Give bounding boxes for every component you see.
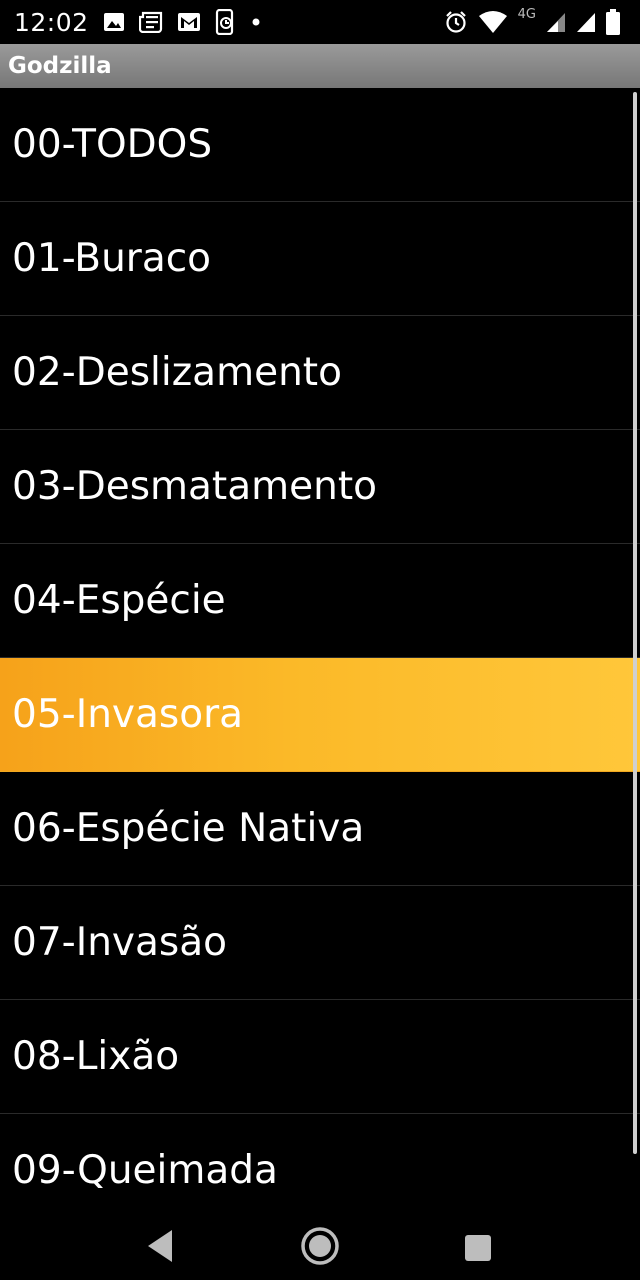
home-icon[interactable] [300,1226,340,1266]
status-bar: 12:02 4G [0,0,640,44]
list-item-label: 05-Invasora [12,692,244,737]
list-item[interactable]: 09-Queimada [0,1114,640,1212]
alarm-icon [444,10,468,34]
list-item[interactable]: 08-Lixão [0,1000,640,1114]
list-item-label: 00-TODOS [12,122,213,167]
phone-sync-icon [215,9,237,35]
list-item[interactable]: 03-Desmatamento [0,430,640,544]
list-item[interactable]: 01-Buraco [0,202,640,316]
network-type: 4G [517,6,536,22]
back-icon[interactable] [144,1228,176,1264]
list-item-label: 08-Lixão [12,1034,180,1079]
list-item[interactable]: 04-Espécie [0,544,640,658]
list-item-label: 01-Buraco [12,236,212,281]
notification-icons [103,9,261,35]
news-icon [138,11,163,33]
list-item[interactable]: 00-TODOS [0,88,640,202]
list-item-label: 02-Deslizamento [12,350,342,395]
list-item-selected[interactable]: 05-Invasora [0,658,640,772]
category-list[interactable]: 00-TODOS 01-Buraco 02-Deslizamento 03-De… [0,88,640,1212]
wifi-icon [478,10,508,34]
status-time: 12:02 [14,7,89,37]
list-scrollbar[interactable] [633,92,637,1154]
navigation-bar [0,1212,640,1280]
list-item[interactable]: 02-Deslizamento [0,316,640,430]
list-item-label: 06-Espécie Nativa [12,806,365,851]
dot-icon [251,17,261,27]
signal-icon [576,11,596,33]
list-item-label: 04-Espécie [12,578,226,623]
system-icons: 4G [444,0,620,44]
list-item-label: 07-Invasão [12,920,227,965]
list-item-label: 09-Queimada [12,1148,278,1193]
gmail-icon [177,12,201,32]
list-item[interactable]: 07-Invasão [0,886,640,1000]
app-title-bar: Godzilla [0,44,640,88]
signal-icon [546,11,566,33]
list-item-label: 03-Desmatamento [12,464,377,509]
list-item[interactable]: 06-Espécie Nativa [0,772,640,886]
app-title: Godzilla [8,53,112,79]
battery-icon [606,9,620,35]
image-icon [103,12,125,32]
recents-icon[interactable] [464,1234,492,1262]
